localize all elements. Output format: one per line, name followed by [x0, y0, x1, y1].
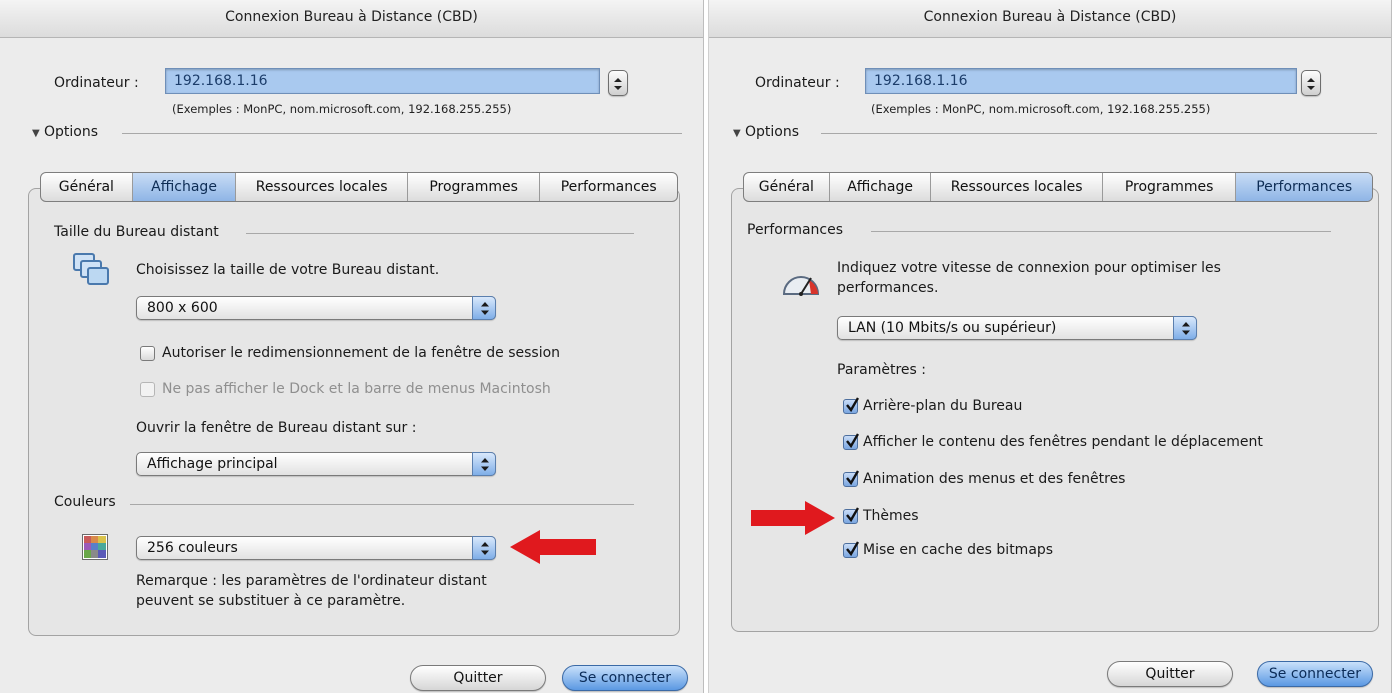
- desktop-size-value: 800 x 600: [147, 300, 218, 316]
- resize-checkbox[interactable]: [140, 346, 155, 361]
- select-arrows-icon: [472, 296, 496, 320]
- speedometer-icon: [781, 268, 821, 296]
- bitmap-caching-checkbox-label: Mise en cache des bitmaps: [863, 542, 1054, 558]
- tab-affichage[interactable]: Affichage: [830, 173, 932, 201]
- window-title: Connexion Bureau à Distance (CBD): [709, 0, 1391, 38]
- themes-checkbox[interactable]: [843, 507, 859, 524]
- parameters-label: Paramètres :: [837, 362, 926, 378]
- menu-animation-checkbox[interactable]: [843, 470, 859, 487]
- tab-affichage[interactable]: Affichage: [132, 173, 237, 201]
- connection-speed-value: LAN (10 Mbits/s ou supérieur): [848, 320, 1057, 336]
- select-arrows-icon: [472, 536, 496, 560]
- colors-select[interactable]: 256 couleurs: [136, 536, 496, 560]
- size-section-separator: [246, 233, 634, 234]
- options-label: Options: [745, 124, 800, 140]
- resize-checkbox-label: Autoriser le redimensionnement de la fen…: [162, 345, 561, 361]
- tab-general[interactable]: Général: [744, 173, 830, 201]
- hide-dock-checkbox-label: Ne pas afficher le Dock et la barre de m…: [162, 381, 551, 397]
- tab-programmes[interactable]: Programmes: [1103, 173, 1237, 201]
- colors-note-line1: Remarque : les paramètres de l'ordinateu…: [136, 573, 487, 589]
- hide-dock-checkbox[interactable]: [140, 382, 155, 397]
- quit-button[interactable]: Quitter: [410, 665, 546, 691]
- size-section-label: Taille du Bureau distant: [54, 224, 219, 240]
- tab-panel: [28, 188, 680, 636]
- left-window: Connexion Bureau à Distance (CBD) Ordina…: [0, 0, 704, 693]
- select-arrows-icon: [472, 452, 496, 476]
- window-title: Connexion Bureau à Distance (CBD): [0, 0, 703, 38]
- connect-button[interactable]: Se connecter: [1257, 661, 1373, 687]
- wallpaper-checkbox[interactable]: [843, 397, 859, 414]
- computer-label: Ordinateur :: [54, 75, 139, 91]
- up-down-arrows-icon: [614, 78, 622, 90]
- colors-value: 256 couleurs: [147, 540, 238, 556]
- window-contents-checkbox[interactable]: [843, 433, 859, 450]
- performance-instruction-line1: Indiquez votre vitesse de connexion pour…: [837, 260, 1221, 276]
- checkmark-icon: [846, 507, 859, 523]
- quit-button[interactable]: Quitter: [1107, 661, 1233, 687]
- red-arrow-annotation-icon: [751, 501, 835, 535]
- tab-panel: [731, 188, 1379, 632]
- size-instruction: Choisissez la taille de votre Bureau dis…: [136, 262, 440, 278]
- select-arrows-icon: [1173, 316, 1197, 340]
- disclosure-triangle-icon[interactable]: ▼: [733, 128, 741, 139]
- open-on-select[interactable]: Affichage principal: [136, 452, 496, 476]
- tab-performances[interactable]: Performances: [1236, 173, 1372, 201]
- tab-ressources-locales[interactable]: Ressources locales: [931, 173, 1103, 201]
- tab-programmes[interactable]: Programmes: [408, 173, 541, 201]
- options-separator: [821, 133, 1377, 134]
- red-arrow-annotation-icon: [510, 530, 596, 564]
- computer-history-stepper[interactable]: [1301, 70, 1321, 96]
- connection-speed-select[interactable]: LAN (10 Mbits/s ou supérieur): [837, 316, 1197, 340]
- tab-general[interactable]: Général: [41, 173, 133, 201]
- wallpaper-checkbox-label: Arrière-plan du Bureau: [863, 398, 1023, 414]
- computer-label: Ordinateur :: [755, 75, 840, 91]
- checkmark-icon: [846, 397, 859, 413]
- connect-button[interactable]: Se connecter: [562, 665, 688, 691]
- options-separator: [122, 133, 682, 134]
- computer-examples: (Exemples : MonPC, nom.microsoft.com, 19…: [871, 102, 1211, 116]
- up-down-arrows-icon: [1307, 78, 1315, 90]
- checkmark-icon: [846, 433, 859, 449]
- colors-section-separator: [130, 504, 634, 505]
- window-contents-checkbox-label: Afficher le contenu des fenêtres pendant…: [863, 434, 1263, 450]
- performance-section-separator: [871, 231, 1331, 232]
- tab-bar: Général Affichage Ressources locales Pro…: [743, 172, 1373, 202]
- themes-checkbox-label: Thèmes: [863, 508, 919, 524]
- computer-input[interactable]: 192.168.1.16: [165, 68, 600, 94]
- performance-instruction-line2: performances.: [837, 280, 939, 296]
- bitmap-caching-checkbox[interactable]: [843, 541, 859, 558]
- tab-bar: Général Affichage Ressources locales Pro…: [40, 172, 678, 202]
- options-label: Options: [44, 124, 99, 140]
- disclosure-triangle-icon[interactable]: ▼: [32, 128, 40, 139]
- right-window: Connexion Bureau à Distance (CBD) Ordina…: [708, 0, 1392, 693]
- desktop-size-icon: [72, 252, 112, 288]
- computer-input[interactable]: 192.168.1.16: [865, 68, 1297, 94]
- computer-examples: (Exemples : MonPC, nom.microsoft.com, 19…: [172, 102, 512, 116]
- tab-performances[interactable]: Performances: [540, 173, 677, 201]
- computer-history-stepper[interactable]: [608, 70, 628, 96]
- menu-animation-checkbox-label: Animation des menus et des fenêtres: [863, 471, 1126, 487]
- checkmark-icon: [846, 541, 859, 557]
- color-palette-icon: [82, 534, 108, 560]
- tab-ressources-locales[interactable]: Ressources locales: [236, 173, 408, 201]
- open-on-label: Ouvrir la fenêtre de Bureau distant sur …: [136, 420, 417, 436]
- performance-section-label: Performances: [747, 222, 844, 238]
- colors-note-line2: peuvent se substituer à ce paramètre.: [136, 593, 406, 609]
- checkmark-icon: [846, 470, 859, 486]
- desktop-size-select[interactable]: 800 x 600: [136, 296, 496, 320]
- colors-section-label: Couleurs: [54, 494, 116, 510]
- open-on-value: Affichage principal: [147, 456, 278, 472]
